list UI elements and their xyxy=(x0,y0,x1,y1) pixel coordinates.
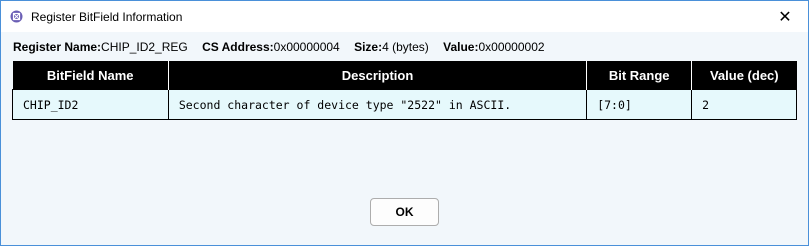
size-value: 4 (bytes) xyxy=(382,40,429,54)
window-title: Register BitField Information xyxy=(31,9,183,24)
register-name-value: CHIP_ID2_REG xyxy=(101,40,188,54)
register-bitfield-dialog: Register BitField Information ✕ Register… xyxy=(0,0,809,246)
table-row[interactable]: CHIP_ID2 Second character of device type… xyxy=(12,89,797,120)
size-label: Size: xyxy=(354,40,383,54)
title-bar[interactable]: Register BitField Information ✕ xyxy=(1,1,808,32)
register-info: Register Name:CHIP_ID2_REG CS Address:0x… xyxy=(13,40,556,54)
value-label: Value: xyxy=(443,40,479,54)
cs-address-value: 0x00000004 xyxy=(273,40,340,54)
cell-bitfield-name[interactable]: CHIP_ID2 xyxy=(12,89,169,120)
size-group: Size:4 (bytes) xyxy=(354,40,429,54)
cell-bit-range[interactable]: [7:0] xyxy=(586,89,693,120)
table-header-row: BitField Name Description Bit Range Valu… xyxy=(12,61,797,90)
register-name-group: Register Name:CHIP_ID2_REG xyxy=(13,40,188,54)
register-name-label: Register Name: xyxy=(13,40,102,54)
column-header-bitfield-name[interactable]: BitField Name xyxy=(12,61,169,90)
close-button[interactable]: ✕ xyxy=(762,1,808,32)
cs-address-group: CS Address:0x00000004 xyxy=(202,40,340,54)
column-header-description[interactable]: Description xyxy=(167,61,587,90)
close-icon: ✕ xyxy=(778,8,792,26)
value-value: 0x00000002 xyxy=(478,40,545,54)
column-header-bit-range[interactable]: Bit Range xyxy=(586,61,692,90)
bitfield-table: BitField Name Description Bit Range Valu… xyxy=(12,61,797,120)
value-group: Value:0x00000002 xyxy=(443,40,544,54)
cell-description[interactable]: Second character of device type "2522" i… xyxy=(167,89,588,120)
ok-button[interactable]: OK xyxy=(370,198,439,226)
dialog-content: Register Name:CHIP_ID2_REG CS Address:0x… xyxy=(1,32,808,245)
app-icon xyxy=(10,10,23,23)
cell-value-dec[interactable]: 2 xyxy=(691,89,797,120)
column-header-value-dec[interactable]: Value (dec) xyxy=(691,61,797,90)
cs-address-label: CS Address: xyxy=(202,40,274,54)
